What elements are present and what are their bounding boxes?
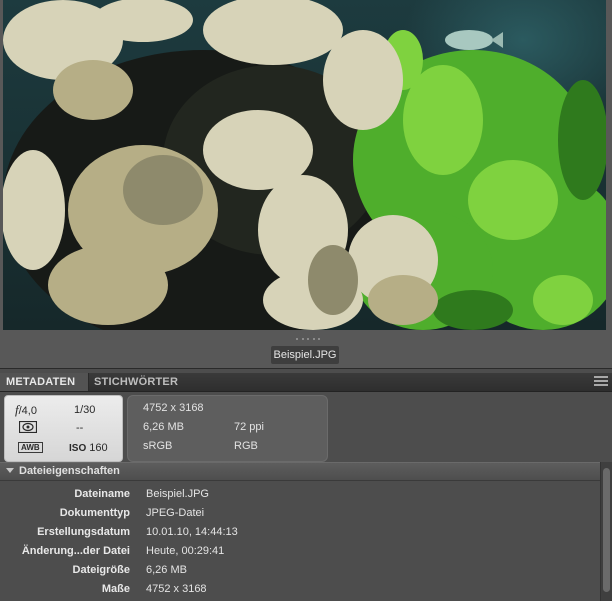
aquarium-photo — [3, 0, 606, 330]
property-value: 10.01.10, 14:44:13 — [146, 526, 238, 538]
image-dimensions: 4752 x 3168 — [143, 402, 204, 414]
property-value: 6,26 MB — [146, 564, 187, 576]
white-balance-icon: AWB — [18, 440, 43, 454]
metadata-panel: METADATEN STICHWÖRTER f/4,0 1/30 -- AWB … — [0, 368, 612, 601]
scrollbar-thumb[interactable] — [603, 468, 610, 592]
shutter-speed-value: 1/30 — [74, 404, 96, 416]
property-row: Erstellungsdatum 10.01.10, 14:44:13 — [0, 523, 600, 542]
camera-data-box: f/4,0 1/30 -- AWB ISO 160 — [4, 395, 123, 462]
section-file-properties[interactable]: Dateieigenschaften — [0, 462, 600, 481]
property-row: Dateigröße 6,26 MB — [0, 561, 600, 580]
property-value: Heute, 00:29:41 — [146, 545, 225, 557]
property-key: Erstellungsdatum — [37, 526, 130, 538]
file-info-box: 4752 x 3168 6,26 MB 72 ppi sRGB RGB — [127, 395, 328, 462]
property-key: Dateigröße — [72, 564, 130, 576]
resize-grip[interactable] — [296, 337, 320, 341]
color-profile: sRGB — [143, 440, 173, 452]
preview-image[interactable] — [3, 0, 606, 330]
section-title: Dateieigenschaften — [19, 465, 120, 477]
property-value: 4752 x 3168 — [146, 583, 207, 595]
property-key: Dateiname — [74, 488, 130, 500]
tab-metadaten[interactable]: METADATEN — [0, 373, 89, 391]
file-size: 6,26 MB — [143, 421, 184, 433]
disclosure-triangle-icon[interactable] — [6, 468, 14, 473]
property-value[interactable]: Beispiel.JPG — [146, 485, 209, 504]
preview-filename: Beispiel.JPG — [271, 346, 339, 364]
panel-scrollbar[interactable] — [600, 462, 612, 601]
property-key: Änderung...der Datei — [21, 545, 130, 557]
tab-stichwoerter[interactable]: STICHWÖRTER — [88, 373, 184, 391]
preview-pane: Beispiel.JPG — [0, 0, 612, 368]
property-value: JPEG-Datei — [146, 507, 205, 519]
resolution: 72 ppi — [234, 421, 264, 433]
color-mode: RGB — [234, 440, 258, 452]
property-row: Änderung...der Datei Heute, 00:29:41 — [0, 542, 600, 561]
metering-mode-value: -- — [76, 422, 84, 434]
iso-value: ISO 160 — [69, 442, 108, 454]
property-row: Maße 4752 x 3168 — [0, 580, 600, 599]
panel-tab-bar: METADATEN STICHWÖRTER — [0, 373, 612, 392]
property-row: Dokumenttyp JPEG-Datei — [0, 504, 600, 523]
property-key: Maße — [101, 583, 130, 595]
aperture-value: f/4,0 — [15, 402, 37, 418]
properties-list: Dateiname Beispiel.JPG Dokumenttyp JPEG-… — [0, 485, 600, 599]
property-key: Dokumenttyp — [59, 507, 130, 519]
panel-menu-icon[interactable] — [594, 376, 608, 387]
metering-icon — [18, 420, 38, 437]
property-row: Dateiname Beispiel.JPG — [0, 485, 600, 504]
